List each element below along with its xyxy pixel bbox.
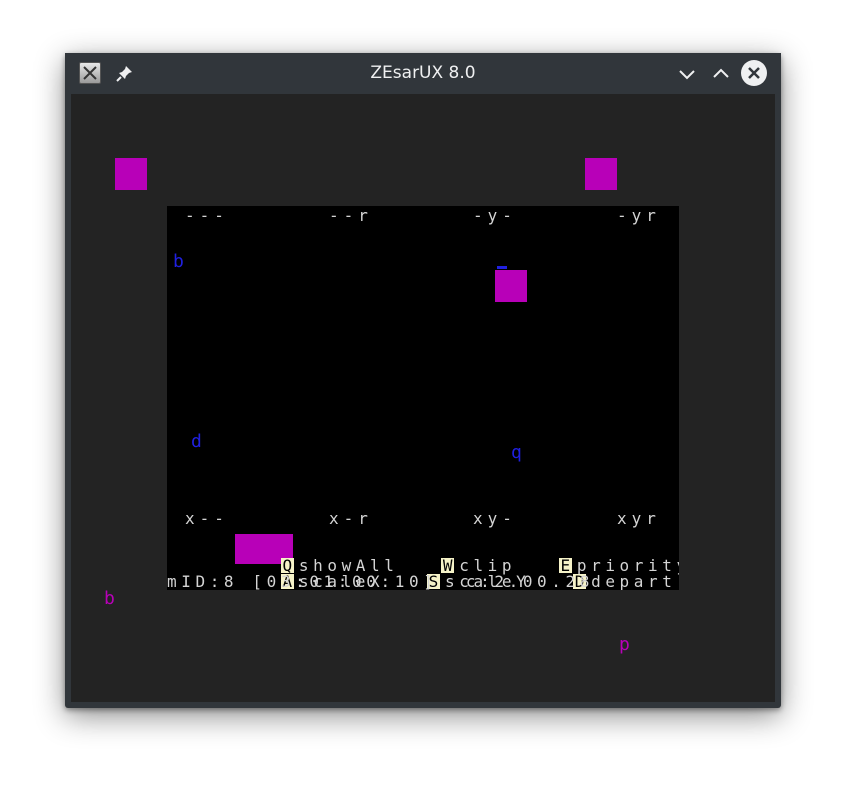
menu-label: depart: [591, 572, 677, 590]
label-top-mid1: --r: [329, 206, 373, 225]
title-bar[interactable]: ZEsarUX 8.0: [65, 53, 781, 94]
emulator-display[interactable]: b p --- --r -y- -yr b d q x-- x-r xy- xy…: [71, 94, 775, 702]
sprite-glyph-b: b: [173, 251, 184, 272]
chevron-up-icon[interactable]: [708, 61, 734, 87]
sprite-block: [585, 158, 617, 190]
chevron-down-icon[interactable]: [674, 61, 700, 87]
close-icon[interactable]: [741, 60, 767, 86]
label-bot-left: x--: [185, 509, 229, 528]
sprite-glyph-p: p: [619, 634, 630, 655]
sprite-block: [495, 270, 527, 302]
label-top-left: ---: [185, 206, 229, 225]
sprite-block: [115, 158, 147, 190]
sprite-glyph-d: d: [191, 431, 202, 452]
status-line: mID:8 [03:01:00:10] c:2.00.28: [167, 572, 594, 590]
label-top-right: -yr: [617, 206, 661, 225]
app-window: ZEsarUX 8.0 b p --- --r -y- -yr b d q x-…: [65, 53, 781, 708]
label-bot-right: xyr: [617, 509, 661, 528]
sprite-fragment: [497, 266, 507, 269]
sprite-glyph-q: q: [511, 442, 522, 463]
label-bot-mid2: xy-: [473, 509, 517, 528]
sprite-glyph-b: b: [104, 588, 115, 609]
spectrum-screen: --- --r -y- -yr b d q x-- x-r xy- xyr Qs…: [167, 206, 679, 590]
label-bot-mid1: x-r: [329, 509, 373, 528]
label-top-mid2: -y-: [473, 206, 517, 225]
pin-icon[interactable]: [116, 64, 134, 82]
zesarux-app-icon[interactable]: [79, 62, 101, 84]
